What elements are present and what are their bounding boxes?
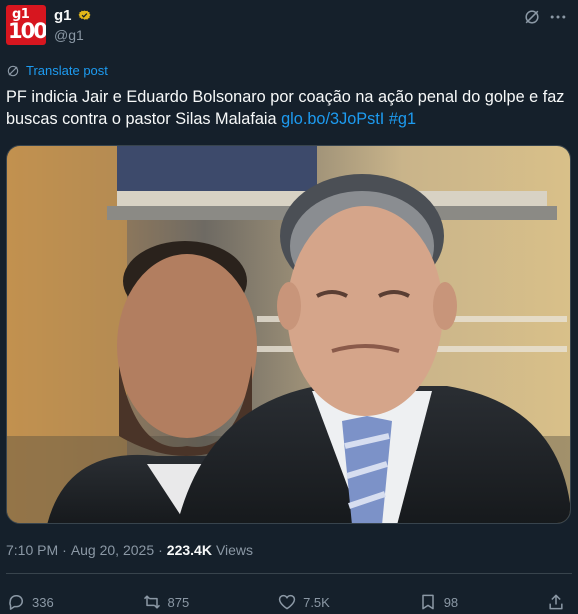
more-options-icon[interactable]: [548, 7, 568, 27]
action-bar: 336 875 7.5K 98: [6, 590, 566, 614]
translate-post-label: Translate post: [26, 63, 108, 78]
repost-button[interactable]: 875: [142, 592, 190, 612]
post-date[interactable]: Aug 20, 2025: [71, 542, 154, 558]
avatar-logo-bottom: 100: [8, 19, 46, 43]
post-meta: 7:10 PM · Aug 20, 2025 · 223.4K Views: [6, 542, 253, 558]
translate-post-button[interactable]: Translate post: [6, 63, 108, 78]
tweet-hashtag[interactable]: #g1: [389, 110, 416, 128]
verified-badge-icon[interactable]: [76, 7, 93, 24]
tweet-text: PF indicia Jair e Eduardo Bolsonaro por …: [6, 86, 572, 130]
post-header: g1 100 g1 @g1: [6, 5, 570, 47]
meta-separator: ·: [158, 542, 163, 558]
author-handle[interactable]: @g1: [54, 27, 84, 43]
divider: [6, 573, 572, 574]
author-name-row: g1: [54, 7, 93, 24]
author-display-name[interactable]: g1: [54, 7, 72, 24]
bookmark-button[interactable]: 98: [418, 592, 458, 612]
reply-count: 336: [32, 594, 54, 610]
post-time[interactable]: 7:10 PM: [6, 542, 58, 558]
repost-count: 875: [167, 594, 190, 610]
like-button[interactable]: 7.5K: [277, 592, 330, 612]
bookmark-count: 98: [443, 594, 459, 610]
reply-button[interactable]: 336: [6, 592, 54, 612]
meta-separator: ·: [62, 542, 67, 558]
views-label: Views: [215, 542, 254, 558]
like-count: 7.5K: [303, 594, 330, 610]
translate-icon: [7, 65, 19, 76]
reply-icon: [9, 595, 23, 610]
share-button[interactable]: [546, 592, 566, 612]
photo-illustration: [7, 146, 570, 523]
tweet-photo[interactable]: [6, 145, 571, 524]
bookmark-icon: [421, 594, 434, 610]
heart-icon: [278, 594, 296, 610]
repost-icon: [143, 595, 160, 609]
grok-icon[interactable]: [522, 7, 542, 27]
views-count: 223.4K: [166, 542, 212, 558]
avatar[interactable]: g1 100: [6, 5, 46, 45]
share-icon: [549, 594, 563, 610]
tweet-link[interactable]: glo.bo/3JoPstI: [281, 110, 384, 128]
